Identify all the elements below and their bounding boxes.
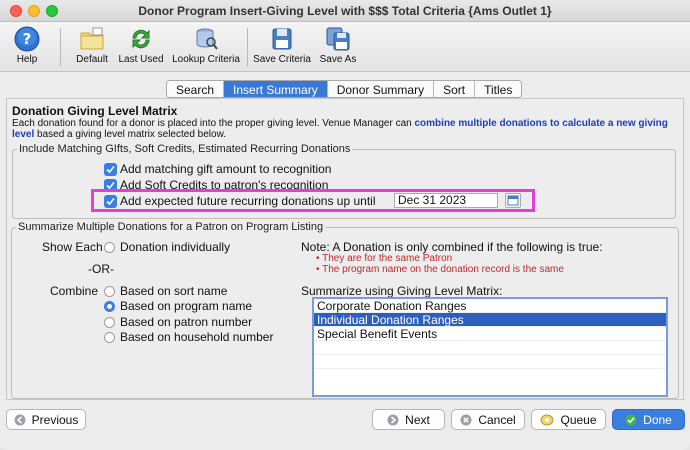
save-as-icon — [326, 27, 350, 51]
title-bar: Donor Program Insert-Giving Level with $… — [0, 0, 690, 22]
help-button[interactable]: ? Help — [12, 26, 42, 65]
donation-individually-radio[interactable] — [104, 241, 115, 253]
tab-insert-summary[interactable]: Insert Summary — [224, 81, 328, 97]
combine-sort-name-label: Based on sort name — [120, 284, 228, 298]
queue-button[interactable]: Queue — [531, 409, 606, 430]
toolbar-divider — [247, 28, 248, 66]
lookup-criteria-button[interactable]: Lookup Criteria — [171, 26, 241, 65]
bullet-icon: • — [316, 253, 320, 264]
next-button[interactable]: Next — [372, 409, 445, 430]
summarize-legend: Summarize Multiple Donations for a Patro… — [18, 221, 324, 233]
tab-search[interactable]: Search — [167, 81, 225, 97]
giving-level-matrix-list[interactable]: Corporate Donation Ranges Individual Don… — [312, 297, 668, 397]
combine-patron-number-option[interactable]: Based on patron number — [104, 315, 252, 329]
lookup-criteria-label: Lookup Criteria — [172, 54, 240, 65]
help-label: Help — [16, 54, 38, 65]
combine-program-name-label: Based on program name — [120, 299, 253, 313]
toolbar-divider — [60, 28, 61, 66]
queue-icon — [540, 414, 554, 425]
combine-patron-number-label: Based on patron number — [120, 315, 253, 329]
combine-label: Combine — [50, 284, 99, 298]
list-item-empty — [314, 341, 666, 355]
list-item-selected[interactable]: Individual Donation Ranges — [314, 313, 666, 327]
app-window: Donor Program Insert-Giving Level with $… — [0, 0, 690, 450]
done-button[interactable]: Done — [612, 409, 685, 430]
bullet-icon: • — [316, 264, 320, 275]
save-as-button[interactable]: Save As — [318, 26, 358, 65]
tab-bar: Search Insert Summary Donor Summary Sort… — [166, 80, 523, 98]
check-icon — [106, 197, 115, 205]
combine-program-name-radio[interactable] — [104, 300, 115, 312]
cancel-icon — [460, 414, 472, 425]
show-each-label: Show Each — [42, 240, 103, 254]
previous-label: Previous — [31, 412, 79, 427]
queue-label: Queue — [560, 412, 597, 427]
description-text-end: based a giving level matrix selected bel… — [34, 129, 227, 140]
arrow-left-icon — [14, 414, 26, 425]
description-text: Each donation found for a donor is place… — [12, 118, 415, 129]
arrow-right-icon — [387, 414, 399, 425]
next-label: Next — [405, 412, 430, 427]
combine-sort-name-option[interactable]: Based on sort name — [104, 284, 227, 298]
matching-gifts-legend: Include Matching GIfts, Soft Credits, Es… — [19, 143, 351, 155]
list-item[interactable]: Special Benefit Events — [314, 327, 666, 341]
donation-individually-option[interactable]: Donation individually — [104, 240, 230, 254]
note-item-text: They are for the same Patron — [322, 253, 453, 264]
checkmark-circle-icon — [625, 414, 637, 425]
save-as-label: Save As — [319, 54, 357, 65]
donation-individually-label: Donation individually — [120, 240, 231, 254]
tab-titles[interactable]: Titles — [475, 81, 522, 97]
section-title: Donation Giving Level Matrix — [12, 104, 178, 118]
or-separator: -OR- — [88, 262, 114, 276]
note-item: • The program name on the donation recor… — [316, 264, 564, 275]
recurring-donations-label: Add expected future recurring donations … — [120, 194, 376, 208]
save-criteria-label: Save Criteria — [253, 54, 311, 65]
matching-gift-checkbox[interactable] — [104, 162, 117, 176]
recurring-donations-option[interactable]: Add expected future recurring donations … — [104, 194, 376, 208]
default-button[interactable]: Default — [72, 26, 112, 65]
combine-note: Note: A Donation is only combined if the… — [301, 240, 603, 254]
default-label: Default — [76, 54, 108, 65]
database-search-icon — [196, 28, 218, 50]
combine-household-number-radio[interactable] — [104, 331, 115, 343]
tab-sort[interactable]: Sort — [434, 81, 476, 97]
matching-gift-label: Add matching gift amount to recognition — [120, 162, 332, 176]
list-item-empty — [314, 355, 666, 369]
recurring-until-date-field[interactable]: Dec 31 2023 — [394, 193, 498, 208]
calendar-button[interactable] — [505, 193, 521, 208]
note-item-text: The program name on the donation record … — [322, 264, 564, 275]
save-criteria-button[interactable]: Save Criteria — [252, 26, 312, 65]
toolbar: ? Help Default Last Used Lookup Criteria… — [0, 22, 690, 72]
matching-gift-option[interactable]: Add matching gift amount to recognition — [104, 162, 331, 176]
recurring-donations-checkbox[interactable] — [104, 194, 117, 208]
combine-sort-name-radio[interactable] — [104, 285, 115, 297]
window-title: Donor Program Insert-Giving Level with $… — [138, 4, 552, 18]
note-item: • They are for the same Patron — [316, 253, 452, 264]
previous-button[interactable]: Previous — [6, 409, 86, 430]
svg-text:?: ? — [23, 30, 32, 48]
section-description: Each donation found for a donor is place… — [12, 118, 677, 140]
combine-patron-number-radio[interactable] — [104, 316, 115, 328]
last-used-label: Last Used — [118, 54, 164, 65]
tab-donor-summary[interactable]: Donor Summary — [327, 81, 435, 97]
list-item[interactable]: Corporate Donation Ranges — [314, 299, 666, 313]
last-used-button[interactable]: Last Used — [118, 26, 164, 65]
combine-household-number-option[interactable]: Based on household number — [104, 330, 273, 344]
refresh-icon — [132, 29, 150, 49]
done-label: Done — [643, 412, 672, 427]
cancel-label: Cancel — [478, 412, 516, 427]
cancel-button[interactable]: Cancel — [451, 409, 525, 430]
combine-program-name-option[interactable]: Based on program name — [104, 299, 252, 313]
floppy-disk-icon — [272, 28, 292, 50]
help-icon: ? — [14, 26, 40, 52]
folder-icon — [80, 27, 104, 50]
check-icon — [106, 165, 115, 173]
matrix-label: Summarize using Giving Level Matrix: — [301, 284, 503, 298]
combine-household-number-label: Based on household number — [120, 330, 274, 344]
calendar-icon — [507, 195, 519, 206]
